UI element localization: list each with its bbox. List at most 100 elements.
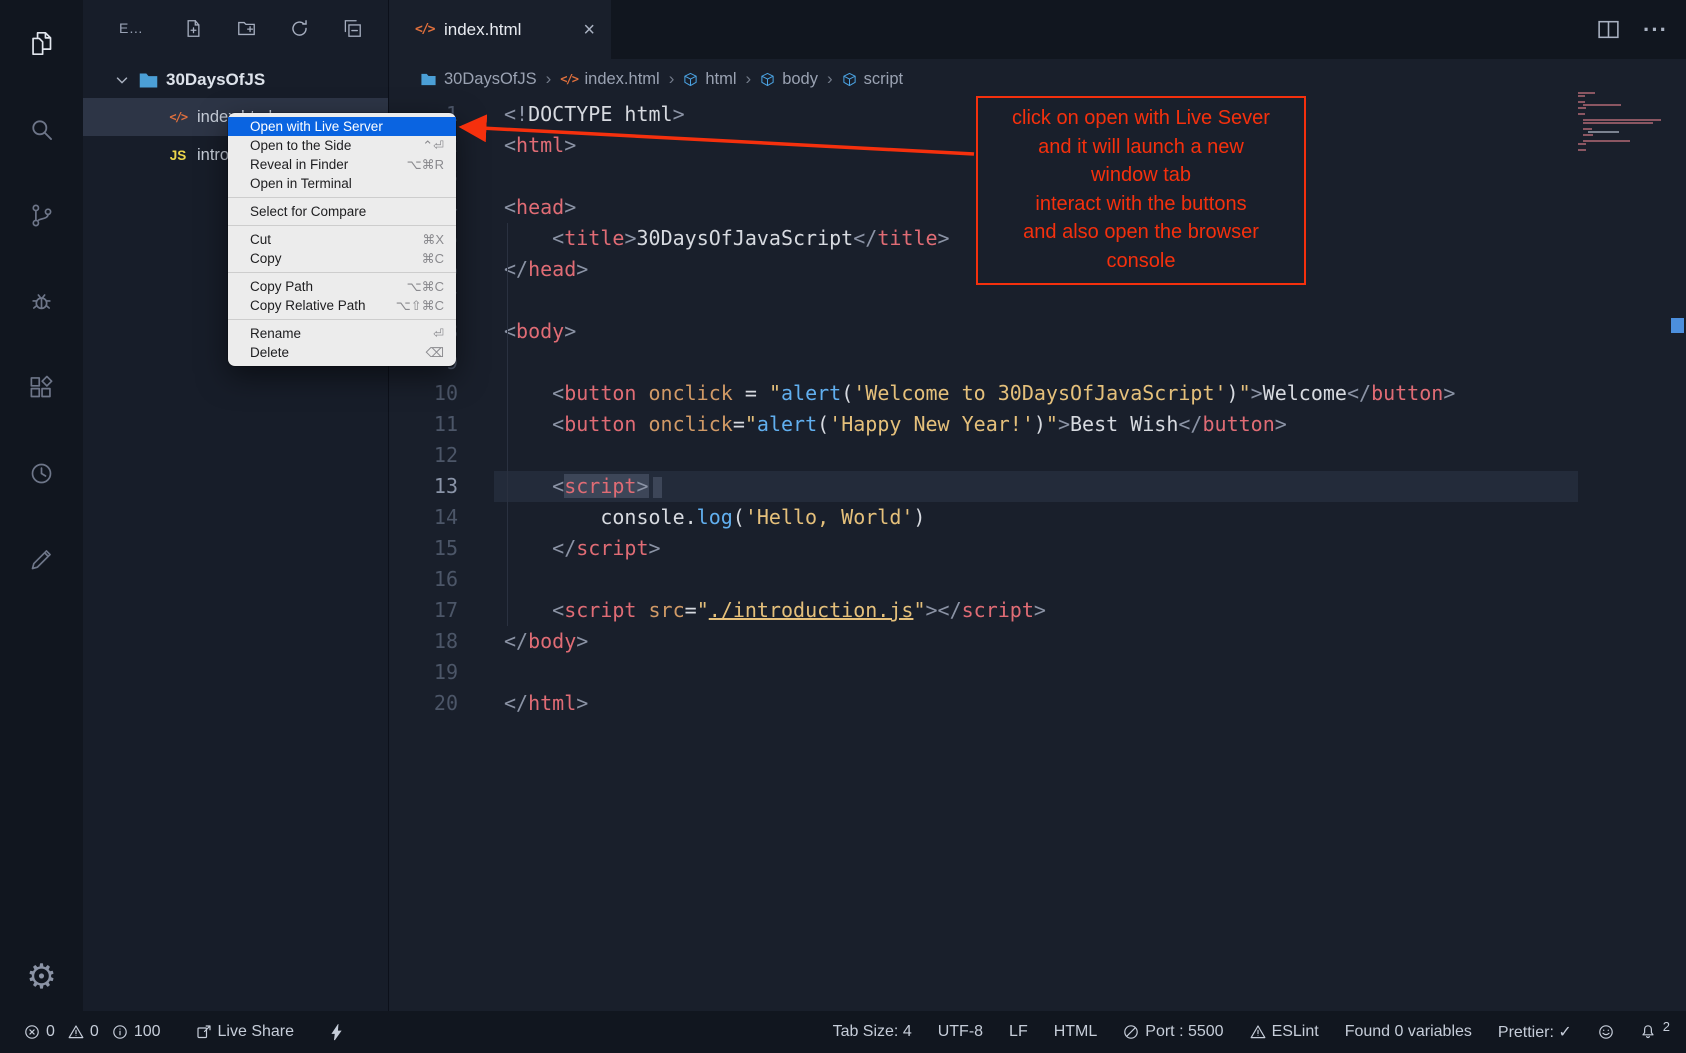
line-number[interactable]: 18 <box>389 626 458 657</box>
activity-bar: ⚙ <box>0 0 83 1011</box>
status-lf[interactable]: LF <box>1009 1023 1028 1041</box>
menu-item-open-in-terminal[interactable]: Open in Terminal <box>228 174 456 193</box>
breadcrumb-label: script <box>864 70 903 89</box>
menu-item-copy-relative-path[interactable]: Copy Relative Path⌥⇧⌘C <box>228 296 456 315</box>
minimap-line <box>1578 143 1586 145</box>
breadcrumb-item-body[interactable]: body <box>760 70 818 89</box>
code-line-7[interactable] <box>494 285 1578 316</box>
status-bar: 00 100 Live Share Tab Size: 4 UTF-8 LF HTML Po… <box>0 1011 1686 1053</box>
breadcrumb-item-script[interactable]: script <box>842 70 903 89</box>
menu-item-open-to-the-side[interactable]: Open to the Side⌃⏎ <box>228 136 456 155</box>
code-line-20[interactable]: </html> <box>494 688 1578 719</box>
status-0[interactable]: 0 <box>68 1023 99 1041</box>
run-debug-icon[interactable] <box>18 277 66 325</box>
settings-gear-icon[interactable]: ⚙ <box>0 957 83 997</box>
line-number[interactable]: 19 <box>389 657 458 688</box>
minimap-line <box>1578 149 1586 151</box>
minimap-line <box>1583 119 1661 121</box>
code-line-18[interactable]: </body> <box>494 626 1578 657</box>
line-number[interactable]: 15 <box>389 533 458 564</box>
status-tab-size-4[interactable]: Tab Size: 4 <box>833 1023 912 1041</box>
breadcrumb-item-index-html[interactable]: </>index.html <box>560 70 659 89</box>
code-line-13[interactable]: <script> <box>494 471 1578 502</box>
code-line-16[interactable] <box>494 564 1578 595</box>
menu-item-copy-path[interactable]: Copy Path⌥⌘C <box>228 277 456 296</box>
code-line-9[interactable] <box>494 347 1578 378</box>
status-live-share[interactable]: Live Share <box>196 1023 295 1041</box>
line-number[interactable]: 17 <box>389 595 458 626</box>
line-number[interactable]: 13 <box>389 471 458 502</box>
line-number[interactable]: 10 <box>389 378 458 409</box>
explorer-header-title: E… <box>119 20 143 36</box>
code-line-11[interactable]: <button onclick="alert('Happy New Year!'… <box>494 409 1578 440</box>
code-line-8[interactable]: <body> <box>494 316 1578 347</box>
close-tab-icon[interactable]: × <box>583 20 595 40</box>
status-html[interactable]: HTML <box>1054 1023 1098 1041</box>
menu-item-label: Copy <box>250 251 282 266</box>
breadcrumb-item-html[interactable]: html <box>683 70 736 89</box>
line-number[interactable]: 16 <box>389 564 458 595</box>
status-right: Tab Size: 4 UTF-8 LF HTML Port : 5500 ESLint F… <box>833 1022 1670 1042</box>
status-0[interactable]: 0 <box>24 1023 55 1041</box>
annotation-line: and it will launch a new <box>982 133 1300 162</box>
menu-item-rename[interactable]: Rename⏎ <box>228 324 456 343</box>
status-eslint[interactable]: ESLint <box>1250 1023 1319 1041</box>
line-number[interactable]: 11 <box>389 409 458 440</box>
breadcrumb-separator: › <box>746 69 752 89</box>
symbol-cube-icon <box>760 72 775 87</box>
tab-index-html[interactable]: </> index.html × <box>389 0 611 59</box>
status-bolt[interactable] <box>329 1024 344 1041</box>
status-port-5500[interactable]: Port : 5500 <box>1123 1023 1223 1041</box>
notification-count-badge: 2 <box>1663 1019 1670 1034</box>
status-smiley[interactable] <box>1598 1024 1614 1040</box>
line-number[interactable]: 20 <box>389 688 458 719</box>
code-line-14[interactable]: console.log('Hello, World') <box>494 502 1578 533</box>
split-editor-icon[interactable] <box>1596 17 1621 42</box>
line-number[interactable]: 12 <box>389 440 458 471</box>
minimap-line <box>1578 95 1585 97</box>
extensions-icon[interactable] <box>18 363 66 411</box>
menu-item-cut[interactable]: Cut⌘X <box>228 230 456 249</box>
menu-item-label: Rename <box>250 326 301 341</box>
new-file-icon[interactable] <box>184 19 203 38</box>
more-actions-icon[interactable]: ··· <box>1643 17 1668 43</box>
status-found-0-variables[interactable]: Found 0 variables <box>1345 1023 1472 1041</box>
bolt-icon <box>329 1024 344 1041</box>
breadcrumb-item-30daysofjs[interactable]: 30DaysOfJS <box>420 70 537 89</box>
status-label: UTF-8 <box>938 1023 983 1041</box>
explorer-icon[interactable] <box>18 19 66 67</box>
code-line-19[interactable] <box>494 657 1578 688</box>
source-control-icon[interactable] <box>18 191 66 239</box>
menu-item-delete[interactable]: Delete⌫ <box>228 343 456 362</box>
menu-item-select-for-compare[interactable]: Select for Compare <box>228 202 456 221</box>
status-label: ESLint <box>1272 1023 1319 1041</box>
status-bell[interactable]: 2 <box>1640 1024 1670 1040</box>
status-100[interactable]: 100 <box>112 1023 161 1041</box>
code-line-10[interactable]: <button onclick = "alert('Welcome to 30D… <box>494 378 1578 409</box>
code-line-12[interactable] <box>494 440 1578 471</box>
tab-label: index.html <box>444 20 573 40</box>
status-prettier[interactable]: Prettier: ✓ <box>1498 1022 1572 1042</box>
line-number[interactable]: 14 <box>389 502 458 533</box>
code-file-icon: </> <box>560 72 577 86</box>
minimap[interactable] <box>1578 92 1664 152</box>
root-folder-row[interactable]: 30DaysOfJS <box>83 62 388 98</box>
menu-item-reveal-in-finder[interactable]: Reveal in Finder⌥⌘R <box>228 155 456 174</box>
new-folder-icon[interactable] <box>237 19 256 38</box>
code-line-15[interactable]: </script> <box>494 533 1578 564</box>
status-utf-8[interactable]: UTF-8 <box>938 1023 983 1041</box>
collapse-folders-icon[interactable] <box>343 19 362 38</box>
port-icon <box>1123 1024 1139 1040</box>
menu-item-label: Delete <box>250 345 289 360</box>
menu-item-copy[interactable]: Copy⌘C <box>228 249 456 268</box>
search-icon[interactable] <box>18 105 66 153</box>
menu-item-label: Cut <box>250 232 271 247</box>
edit-icon[interactable] <box>18 535 66 583</box>
code-line-17[interactable]: <script src="./introduction.js"></script… <box>494 595 1578 626</box>
breadcrumb: 30DaysOfJS›</>index.html›html›body›scrip… <box>389 59 1686 99</box>
history-icon[interactable] <box>18 449 66 497</box>
menu-item-open-with-live-server[interactable]: Open with Live Server <box>228 117 456 136</box>
breadcrumb-label: 30DaysOfJS <box>444 70 537 89</box>
annotation-line: click on open with Live Sever <box>982 104 1300 133</box>
refresh-explorer-icon[interactable] <box>290 19 309 38</box>
